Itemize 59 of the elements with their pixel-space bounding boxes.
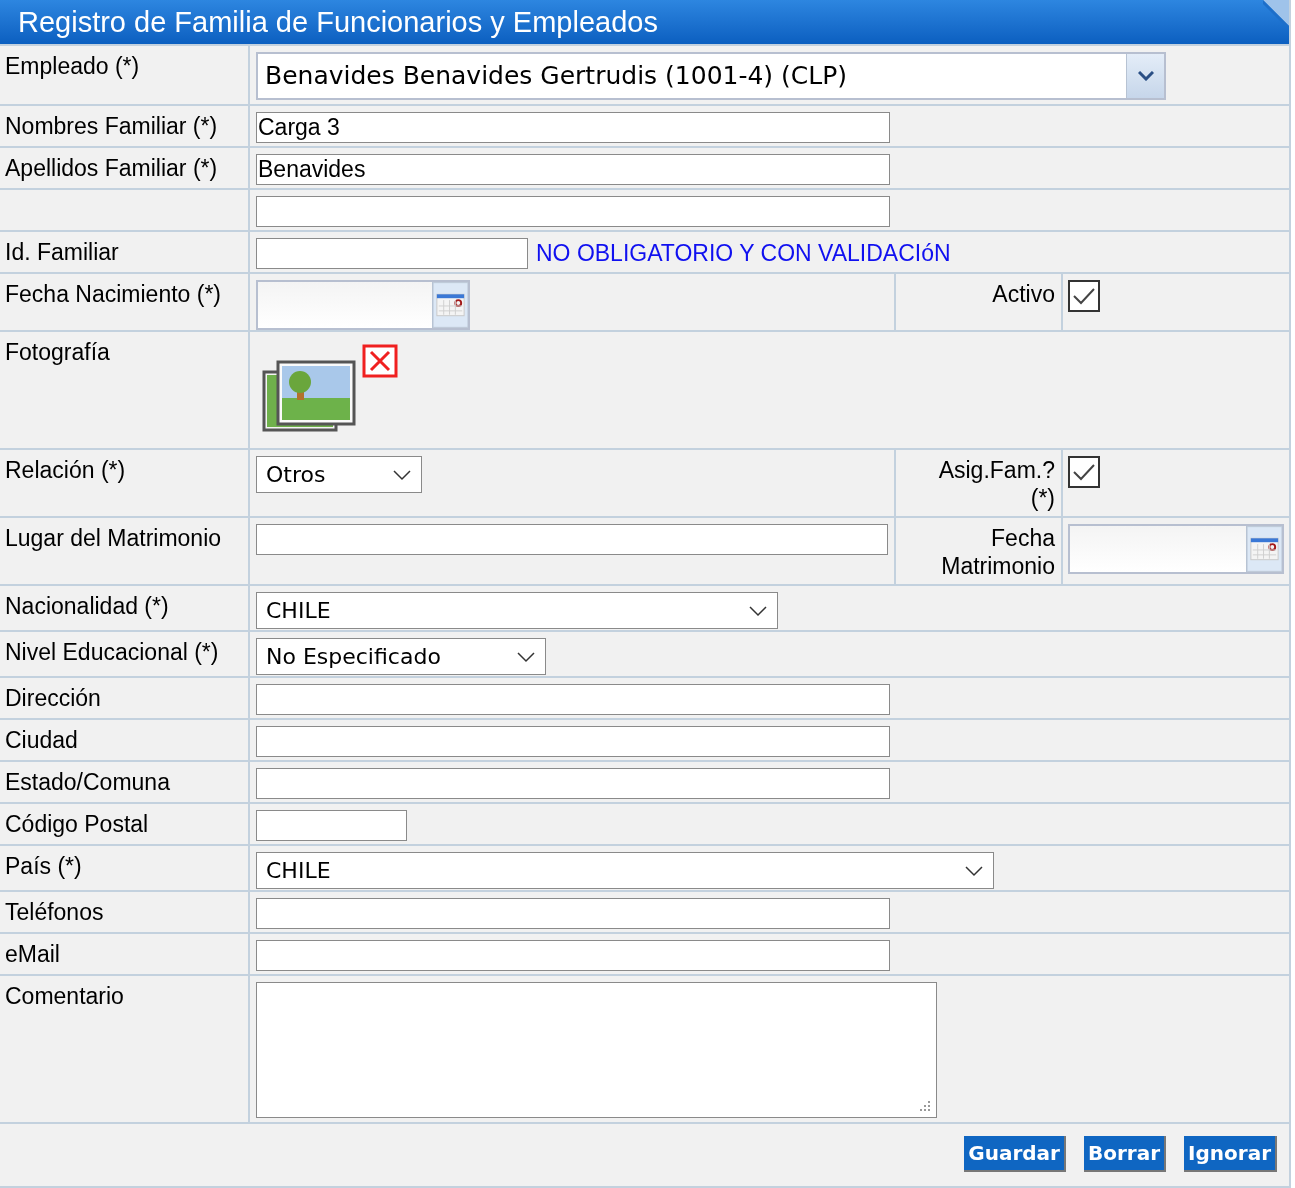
field-label: Fecha Nacimiento (*) [5,281,222,307]
field-label: Apellidos Familiar (*) [5,155,218,181]
date-field[interactable] [256,280,470,330]
field-label: Dirección [5,685,101,711]
text-field[interactable] [256,684,890,715]
dropdown-button[interactable] [1126,54,1164,98]
chevron-icon [392,468,412,481]
employee-combo[interactable]: Benavides Benavides Gertrudis (1001-4) (CLP) [256,52,1166,100]
field-label: Lugar del Matrimonio [5,525,222,551]
corner-fold-icon [1263,0,1289,26]
comment-field[interactable] [256,982,937,1118]
text-field[interactable]: Carga 3 [256,112,890,143]
field-label: Id. Familiar [5,239,119,265]
validation-note: NO OBLIGATORIO Y CON VALIDACIóN [536,239,951,268]
text-field[interactable] [256,196,890,227]
field-label: Relación (*) [5,457,126,483]
date-field[interactable] [1068,524,1284,574]
dropdown[interactable]: CHILE [256,592,778,629]
checkbox[interactable] [1068,280,1100,312]
field-label: Nombres Familiar (*) [5,113,218,139]
field-label: Empleado (*) [5,53,140,79]
text-field[interactable] [256,940,890,971]
window-title: Registro de Familia de Funcionarios y Empleados [18,7,658,37]
delete-icon[interactable] [362,344,398,378]
dropdown[interactable]: No Especificado [256,638,546,675]
caret-icon [1137,71,1154,81]
dropdown[interactable]: CHILE [256,852,994,889]
text-field[interactable]: Benavides [256,154,890,185]
field-label: Código Postal [5,811,149,837]
field-label: Asig.Fam.? (*) [938,457,1055,511]
calendar-icon[interactable] [433,282,468,328]
image-placeholder-icon [262,360,356,434]
field-label: Estado/Comuna [5,769,170,795]
field-label: Nacionalidad (*) [5,593,169,619]
action-button[interactable]: Guardar [964,1136,1066,1172]
field-label: Fecha Matrimonio [941,525,1055,579]
field-label: Nivel Educacional (*) [5,639,219,665]
chevron-icon [748,604,768,617]
action-button[interactable]: Borrar [1083,1136,1167,1172]
calendar-icon[interactable] [1247,526,1282,572]
field-label: eMail [5,941,60,967]
checkbox[interactable] [1068,456,1100,488]
text-field[interactable] [256,726,890,757]
resize-grip-icon[interactable] [919,1100,931,1112]
chevron-icon [964,864,984,877]
text-field[interactable] [256,810,407,841]
field-label: Comentario [5,983,124,1009]
action-button[interactable]: Ignorar [1184,1136,1277,1172]
text-field[interactable] [256,898,890,929]
field-label: País (*) [5,853,82,879]
field-label: Ciudad [5,727,78,753]
text-field[interactable] [256,768,890,799]
field-label: Fotografía [5,339,110,365]
field-label: Activo [992,281,1055,307]
chevron-icon [516,650,536,663]
field-label: Teléfonos [5,899,104,925]
text-field[interactable] [256,524,888,555]
dropdown[interactable]: Otros [256,456,422,493]
text-field[interactable] [256,238,528,269]
